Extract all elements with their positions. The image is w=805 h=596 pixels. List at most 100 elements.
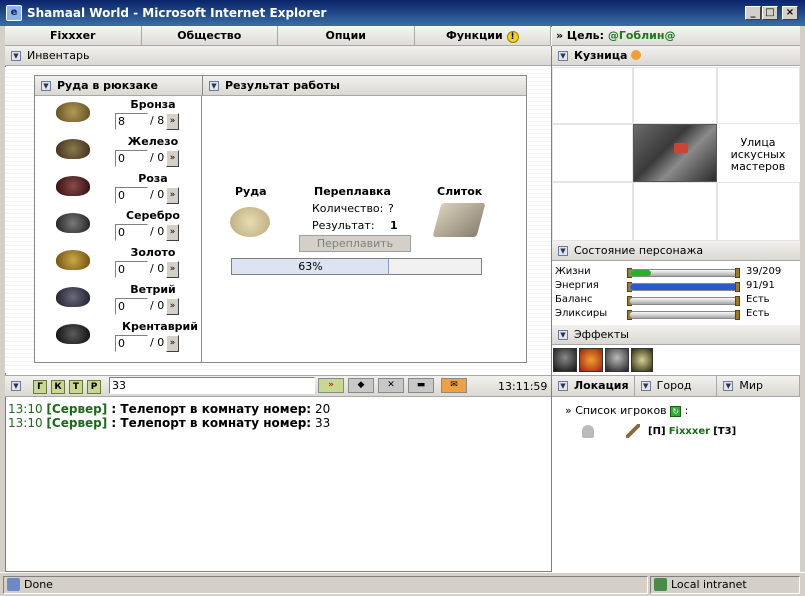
ore-quantity-input[interactable]: 8 bbox=[115, 113, 148, 130]
map-cell[interactable] bbox=[633, 67, 717, 124]
smelt-progress-bar: 63% bbox=[231, 258, 482, 275]
ore-select-button[interactable]: » bbox=[166, 298, 179, 315]
players-list-header: » Список игроков ↻ : bbox=[565, 404, 688, 417]
menu-character[interactable]: Fixxxer bbox=[5, 26, 142, 45]
message-time: 13:10 bbox=[8, 416, 43, 430]
goal-bar: » Цель: @Гоблин@ bbox=[552, 26, 800, 46]
smelt-label: Переплавка bbox=[314, 185, 391, 198]
collapse-icon[interactable]: ▼ bbox=[209, 81, 219, 91]
tab-city[interactable]: ▼ Город bbox=[635, 376, 718, 396]
ore-header-title: Руда в рюкзаке bbox=[57, 79, 158, 92]
map-cell[interactable] bbox=[552, 182, 633, 241]
inventory-header[interactable]: ▼ Инвентарь bbox=[5, 46, 551, 66]
result-header[interactable]: ▼ Результат работы bbox=[202, 76, 526, 96]
map-cell[interactable] bbox=[717, 182, 800, 241]
message-separator: : bbox=[107, 402, 121, 416]
status-label: Жизни bbox=[555, 266, 591, 277]
map-cell[interactable] bbox=[552, 67, 633, 124]
send-icon[interactable]: » bbox=[318, 378, 344, 393]
status-value: 91/91 bbox=[746, 280, 775, 291]
smelt-button[interactable]: Переплавить bbox=[299, 235, 411, 252]
status-label: Баланс bbox=[555, 294, 593, 305]
result-header-title: Результат работы bbox=[225, 79, 340, 92]
minimize-button[interactable]: _ bbox=[745, 6, 761, 20]
ore-item-rose: Роза 0 / 0 » bbox=[34, 172, 202, 209]
map-cell[interactable] bbox=[552, 124, 633, 182]
skeleton-icon[interactable] bbox=[605, 348, 629, 372]
collapse-icon[interactable]: ▼ bbox=[558, 246, 568, 256]
zone-text: Local intranet bbox=[671, 578, 747, 591]
collapse-icon[interactable]: ▼ bbox=[723, 381, 734, 391]
collapse-icon[interactable]: ▼ bbox=[558, 381, 568, 391]
ore-select-button[interactable]: » bbox=[166, 113, 179, 130]
tab-world[interactable]: ▼ Мир bbox=[717, 376, 801, 396]
eye-icon[interactable] bbox=[631, 348, 653, 372]
map-cell[interactable] bbox=[717, 67, 800, 124]
player-avatar-icon bbox=[582, 425, 594, 438]
tab-location[interactable]: ▼ Локация bbox=[552, 376, 635, 396]
menu-functions[interactable]: Функции ! bbox=[414, 26, 551, 45]
ore-select-button[interactable]: » bbox=[166, 187, 179, 204]
refresh-icon[interactable]: ↻ bbox=[670, 406, 682, 417]
ore-header[interactable]: ▼ Руда в рюкзаке bbox=[35, 76, 202, 96]
menu-society[interactable]: Общество bbox=[141, 26, 278, 45]
ore-name: Ветрий bbox=[130, 283, 176, 296]
bar-cap bbox=[735, 296, 740, 306]
chat-filter-k[interactable]: К bbox=[51, 380, 65, 394]
mail-icon[interactable]: ✉ bbox=[441, 378, 467, 393]
collapse-icon[interactable]: ▼ bbox=[558, 330, 568, 340]
ore-select-button[interactable]: » bbox=[166, 224, 179, 241]
chat-input[interactable]: 33 bbox=[109, 377, 315, 394]
player-entry[interactable]: [П] Fixxxer [Т3] bbox=[648, 426, 736, 437]
page-icon bbox=[7, 578, 20, 591]
ore-max: / 0 bbox=[150, 262, 165, 275]
ore-list: Бронза 8 / 8 » Железо 0 / 0 » Роза 0 / 0… bbox=[34, 96, 202, 363]
effects-header[interactable]: ▼ Эффекты bbox=[552, 325, 800, 345]
krentavriy-ore-icon bbox=[56, 324, 90, 344]
close-button[interactable]: × bbox=[782, 6, 798, 20]
ore-quantity-input[interactable]: 0 bbox=[115, 261, 148, 278]
ore-result-icon bbox=[230, 207, 270, 237]
ore-quantity-input[interactable]: 0 bbox=[115, 187, 148, 204]
collapse-icon[interactable]: ▼ bbox=[640, 381, 651, 391]
message-value: 33 bbox=[314, 416, 331, 430]
fire-shield-icon[interactable] bbox=[579, 348, 603, 372]
chat-filter-r[interactable]: Р bbox=[87, 380, 101, 394]
ore-select-button[interactable]: » bbox=[166, 150, 179, 167]
status-bar bbox=[629, 269, 739, 277]
result-label: Результат: bbox=[312, 219, 375, 232]
potion-icon[interactable]: ◆ bbox=[348, 378, 374, 393]
ore-name: Бронза bbox=[130, 98, 176, 111]
status-header[interactable]: ▼ Состояние персонажа bbox=[552, 241, 800, 261]
collapse-icon[interactable]: ▼ bbox=[41, 81, 51, 91]
player-name[interactable]: Fixxxer bbox=[669, 426, 710, 437]
chat-filter-t[interactable]: Т bbox=[69, 380, 83, 394]
collapse-icon[interactable]: ▼ bbox=[558, 51, 568, 61]
player-clan: [П] bbox=[648, 426, 666, 437]
status-bar bbox=[629, 297, 739, 305]
ore-quantity-input[interactable]: 0 bbox=[115, 298, 148, 315]
chat-filter-g[interactable]: Г bbox=[33, 380, 47, 394]
ore-select-button[interactable]: » bbox=[166, 261, 179, 278]
location-tabs: ▼ Локация ▼ Город ▼ Мир bbox=[552, 375, 801, 397]
maximize-button[interactable]: □ bbox=[762, 6, 778, 20]
hooded-figure-icon[interactable] bbox=[553, 348, 577, 372]
result-value: 1 bbox=[390, 219, 398, 232]
ore-quantity-input[interactable]: 0 bbox=[115, 150, 148, 167]
status-bar bbox=[629, 311, 739, 319]
ore-select-button[interactable]: » bbox=[166, 335, 179, 352]
swords-icon[interactable]: ✕ bbox=[378, 378, 404, 393]
message-sender[interactable]: [Сервер] bbox=[46, 402, 107, 416]
street-link[interactable]: Улица искусных мастеров bbox=[717, 137, 799, 173]
forge-location-image[interactable] bbox=[633, 124, 717, 182]
ore-quantity-input[interactable]: 0 bbox=[115, 335, 148, 352]
map-cell[interactable] bbox=[633, 182, 717, 241]
ore-quantity-input[interactable]: 0 bbox=[115, 224, 148, 241]
goal-target[interactable]: @Гоблин@ bbox=[608, 29, 676, 42]
bag-icon[interactable]: ▬ bbox=[408, 378, 434, 393]
message-sender[interactable]: [Сервер] bbox=[46, 416, 107, 430]
collapse-icon[interactable]: ▼ bbox=[11, 51, 21, 61]
forge-header[interactable]: ▼ Кузница bbox=[552, 46, 800, 66]
collapse-icon[interactable]: ▼ bbox=[11, 381, 21, 391]
menu-options[interactable]: Опции bbox=[278, 26, 415, 45]
